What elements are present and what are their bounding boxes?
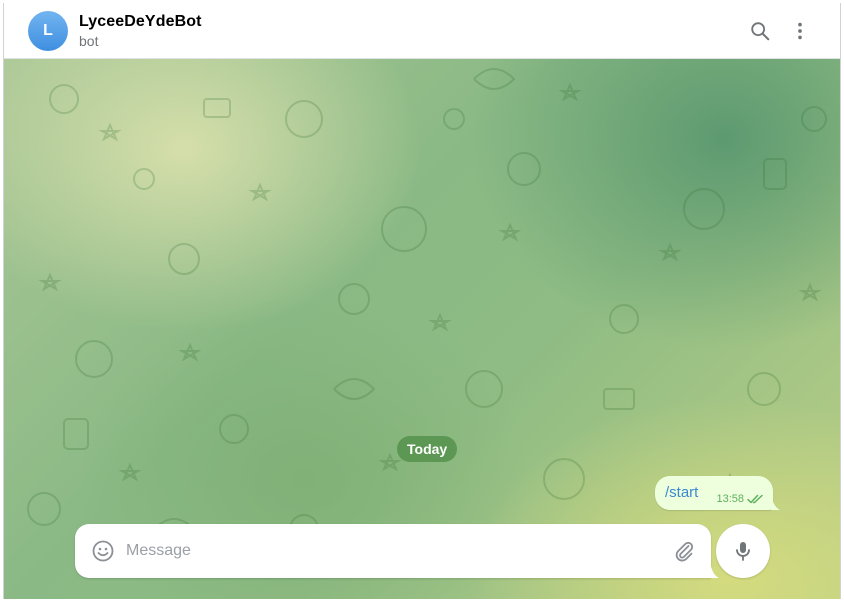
search-button[interactable] — [740, 11, 780, 51]
chat-status: bot — [79, 32, 99, 49]
avatar[interactable]: L — [28, 10, 68, 51]
search-icon — [751, 21, 770, 40]
more-vertical-icon — [798, 22, 802, 39]
message-input[interactable] — [126, 542, 626, 560]
wallpaper-pattern — [27, 68, 827, 550]
chat-background: Today /start 13:58 — [4, 59, 840, 599]
date-separator: Today — [397, 436, 458, 462]
chat-title: LyceeDeYdeBot — [79, 12, 202, 30]
message-composer — [75, 524, 719, 578]
chat-header: L LyceeDeYdeBot bot — [4, 3, 840, 59]
header-actions — [740, 11, 820, 51]
double-check-icon — [747, 494, 763, 504]
emoji-icon — [92, 540, 114, 562]
bubble-tail — [771, 493, 780, 510]
more-button[interactable] — [780, 11, 820, 51]
message-meta: 13:58 — [716, 493, 764, 505]
microphone-icon — [736, 542, 750, 561]
composer-tail — [710, 560, 719, 578]
emoji-button[interactable] — [90, 538, 116, 564]
telegram-window: L LyceeDeYdeBot bot Today /start 13:58 M… — [3, 3, 841, 599]
attach-button[interactable] — [671, 538, 697, 564]
message-time: 13:58 — [716, 493, 744, 505]
chat-info[interactable]: LyceeDeYdeBot bot — [79, 13, 202, 49]
voice-record-button[interactable] — [716, 524, 770, 578]
attach-icon — [675, 541, 694, 562]
message-text: /start — [665, 484, 699, 501]
outgoing-message[interactable]: /start 13:58 — [655, 476, 780, 510]
